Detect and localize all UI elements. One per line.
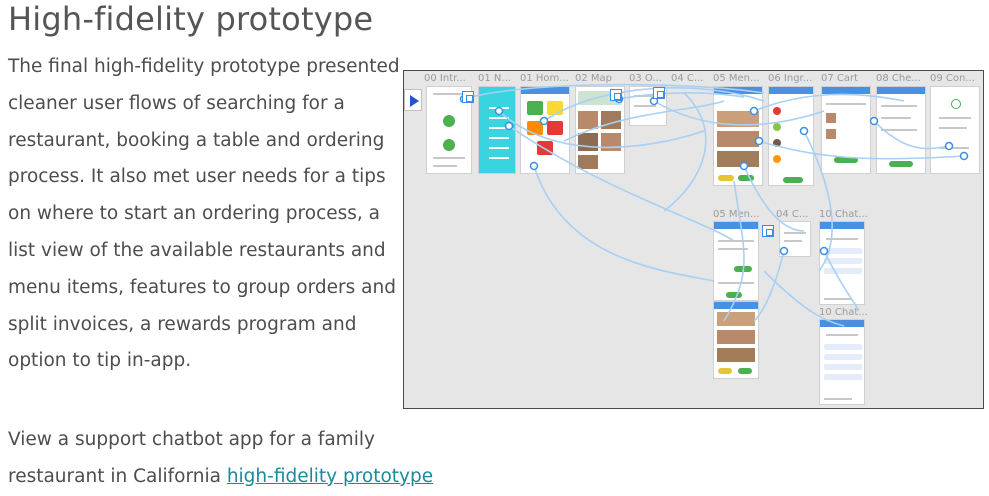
flow-connectors xyxy=(459,83,969,327)
prototype-link[interactable]: high-fidelity prototype xyxy=(227,466,433,487)
chatbot-paragraph: View a support chatbot app for a family … xyxy=(8,422,468,496)
page-title: High-fidelity prototype xyxy=(8,0,374,38)
description-paragraph: The final high-fidelity prototype presen… xyxy=(8,56,400,372)
chat-icon[interactable] xyxy=(653,87,665,99)
phone-icon[interactable] xyxy=(462,91,474,103)
phone-icon[interactable] xyxy=(610,89,622,101)
chat-icon[interactable] xyxy=(762,225,774,237)
prototype-canvas[interactable]: 00 Intr... 01 N... 01 Hom... 02 Map 03 O… xyxy=(403,70,984,409)
